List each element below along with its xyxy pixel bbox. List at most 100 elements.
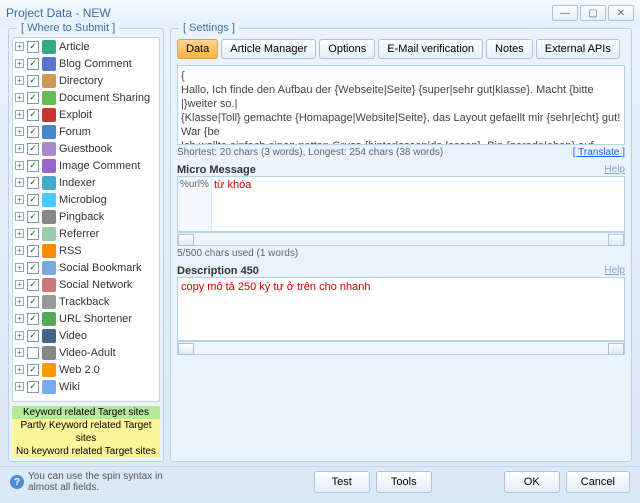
tree-item[interactable]: + ✓ Directory bbox=[13, 72, 159, 89]
checkbox[interactable] bbox=[27, 347, 39, 359]
expand-icon[interactable]: + bbox=[15, 42, 24, 51]
close-button[interactable]: ✕ bbox=[608, 5, 634, 21]
tree-item[interactable]: + ✓ Guestbook bbox=[13, 140, 159, 157]
description-label: Description 450 bbox=[177, 265, 259, 277]
expand-icon[interactable]: + bbox=[15, 263, 24, 272]
tree-item-label: Trackback bbox=[59, 296, 109, 308]
tree-item[interactable]: + ✓ Pingback bbox=[13, 208, 159, 225]
expand-icon[interactable]: + bbox=[15, 246, 24, 255]
tree-item[interactable]: + ✓ Trackback bbox=[13, 293, 159, 310]
expand-icon[interactable]: + bbox=[15, 76, 24, 85]
checkbox[interactable]: ✓ bbox=[27, 126, 39, 138]
tree-item-label: Social Bookmark bbox=[59, 262, 142, 274]
tree-item[interactable]: + Video-Adult bbox=[13, 344, 159, 361]
tree-item[interactable]: + ✓ Forum bbox=[13, 123, 159, 140]
checkbox[interactable]: ✓ bbox=[27, 143, 39, 155]
test-button[interactable]: Test bbox=[314, 471, 370, 493]
tree-item[interactable]: + ✓ Microblog bbox=[13, 191, 159, 208]
maximize-button[interactable]: ▢ bbox=[580, 5, 606, 21]
tree-item[interactable]: + ✓ Blog Comment bbox=[13, 55, 159, 72]
tree-item[interactable]: + ✓ Indexer bbox=[13, 174, 159, 191]
expand-icon[interactable]: + bbox=[15, 195, 24, 204]
tree-item-label: Guestbook bbox=[59, 143, 112, 155]
tab-options[interactable]: Options bbox=[319, 39, 375, 59]
hint-line2: almost all fields. bbox=[28, 482, 163, 493]
checkbox[interactable]: ✓ bbox=[27, 228, 39, 240]
expand-icon[interactable]: + bbox=[15, 314, 24, 323]
tab-notes[interactable]: Notes bbox=[486, 39, 533, 59]
expand-icon[interactable]: + bbox=[15, 127, 24, 136]
expand-icon[interactable]: + bbox=[15, 161, 24, 170]
expand-icon[interactable]: + bbox=[15, 331, 24, 340]
checkbox[interactable]: ✓ bbox=[27, 262, 39, 274]
checkbox[interactable]: ✓ bbox=[27, 92, 39, 104]
minimize-button[interactable]: — bbox=[552, 5, 578, 21]
legend-partial: Partly Keyword related Target sites bbox=[12, 419, 160, 445]
legend: Keyword related Target sites Partly Keyw… bbox=[12, 406, 160, 458]
ok-button[interactable]: OK bbox=[504, 471, 560, 493]
settings-title: [ Settings ] bbox=[179, 22, 239, 34]
expand-icon[interactable]: + bbox=[15, 110, 24, 119]
micro-message-box[interactable]: %url% từ khóa bbox=[177, 176, 625, 232]
checkbox[interactable]: ✓ bbox=[27, 41, 39, 53]
checkbox[interactable]: ✓ bbox=[27, 296, 39, 308]
checkbox[interactable]: ✓ bbox=[27, 109, 39, 121]
checkbox[interactable]: ✓ bbox=[27, 58, 39, 70]
expand-icon[interactable]: + bbox=[15, 365, 24, 374]
checkbox[interactable]: ✓ bbox=[27, 381, 39, 393]
expand-icon[interactable]: + bbox=[15, 280, 24, 289]
checkbox[interactable]: ✓ bbox=[27, 313, 39, 325]
micro-help-link[interactable]: Help bbox=[604, 164, 625, 176]
expand-icon[interactable]: + bbox=[15, 212, 24, 221]
tree-item-label: Forum bbox=[59, 126, 91, 138]
expand-icon[interactable]: + bbox=[15, 59, 24, 68]
expand-icon[interactable]: + bbox=[15, 382, 24, 391]
checkbox[interactable]: ✓ bbox=[27, 211, 39, 223]
tree-item-label: Pingback bbox=[59, 211, 104, 223]
tree-item[interactable]: + ✓ RSS bbox=[13, 242, 159, 259]
expand-icon[interactable]: + bbox=[15, 144, 24, 153]
legend-none: No keyword related Target sites bbox=[12, 445, 160, 458]
tree-item[interactable]: + ✓ Video bbox=[13, 327, 159, 344]
tree-item[interactable]: + ✓ Referrer bbox=[13, 225, 159, 242]
expand-icon[interactable]: + bbox=[15, 348, 24, 357]
submit-tree[interactable]: + ✓ Article+ ✓ Blog Comment+ ✓ Directory… bbox=[12, 37, 160, 402]
expand-icon[interactable]: + bbox=[15, 229, 24, 238]
cancel-button[interactable]: Cancel bbox=[566, 471, 630, 493]
checkbox[interactable]: ✓ bbox=[27, 330, 39, 342]
tab-data[interactable]: Data bbox=[177, 39, 218, 59]
tree-item[interactable]: + ✓ URL Shortener bbox=[13, 310, 159, 327]
checkbox[interactable]: ✓ bbox=[27, 160, 39, 172]
category-icon bbox=[42, 363, 56, 377]
tab-external-apis[interactable]: External APIs bbox=[536, 39, 620, 59]
checkbox[interactable]: ✓ bbox=[27, 245, 39, 257]
tree-item[interactable]: + ✓ Social Network bbox=[13, 276, 159, 293]
expand-icon[interactable]: + bbox=[15, 93, 24, 102]
micro-value[interactable]: từ khóa bbox=[212, 177, 624, 231]
message-textarea[interactable] bbox=[177, 65, 625, 145]
tree-item[interactable]: + ✓ Social Bookmark bbox=[13, 259, 159, 276]
desc-help-link[interactable]: Help bbox=[604, 265, 625, 277]
tree-item-label: Indexer bbox=[59, 177, 96, 189]
checkbox[interactable]: ✓ bbox=[27, 194, 39, 206]
tools-button[interactable]: Tools bbox=[376, 471, 432, 493]
scrollbar-horizontal[interactable] bbox=[177, 341, 625, 355]
expand-icon[interactable]: + bbox=[15, 297, 24, 306]
tab-e-mail-verification[interactable]: E-Mail verification bbox=[378, 39, 483, 59]
scrollbar-horizontal[interactable] bbox=[177, 232, 625, 246]
tree-item[interactable]: + ✓ Exploit bbox=[13, 106, 159, 123]
description-textarea[interactable]: copy mô tả 250 ký tự ở trên cho nhanh bbox=[177, 277, 625, 341]
checkbox[interactable]: ✓ bbox=[27, 177, 39, 189]
tree-item[interactable]: + ✓ Document Sharing bbox=[13, 89, 159, 106]
checkbox[interactable]: ✓ bbox=[27, 75, 39, 87]
tree-item[interactable]: + ✓ Image Comment bbox=[13, 157, 159, 174]
tree-item[interactable]: + ✓ Wiki bbox=[13, 378, 159, 395]
tree-item[interactable]: + ✓ Article bbox=[13, 38, 159, 55]
expand-icon[interactable]: + bbox=[15, 178, 24, 187]
tab-article-manager[interactable]: Article Manager bbox=[221, 39, 316, 59]
checkbox[interactable]: ✓ bbox=[27, 279, 39, 291]
category-icon bbox=[42, 125, 56, 139]
translate-link[interactable]: [ Translate ] bbox=[573, 147, 625, 158]
tree-item[interactable]: + ✓ Web 2.0 bbox=[13, 361, 159, 378]
checkbox[interactable]: ✓ bbox=[27, 364, 39, 376]
